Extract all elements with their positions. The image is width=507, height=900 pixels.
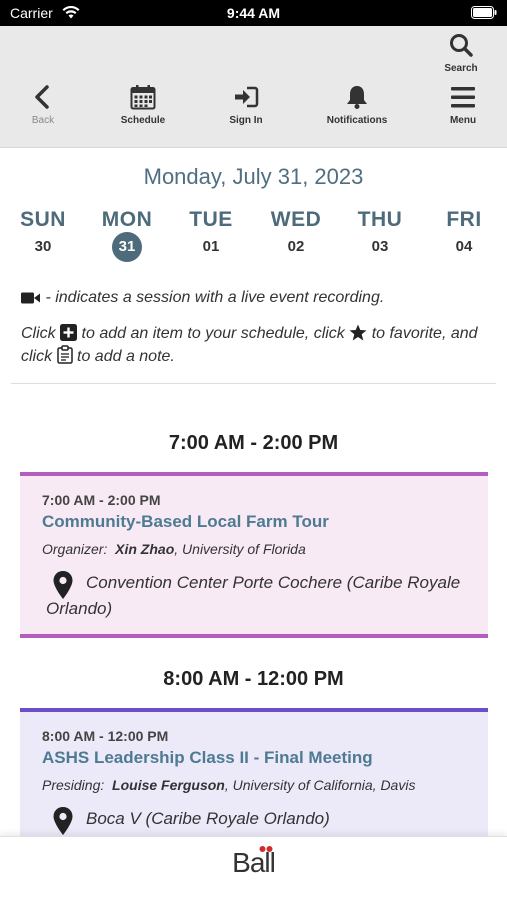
session-time: 7:00 AM - 2:00 PM <box>42 492 161 508</box>
schedule-button[interactable]: Schedule <box>112 84 174 126</box>
day-number: 02 <box>287 238 305 255</box>
role-label: Presiding: <box>42 777 105 793</box>
divider <box>11 383 496 384</box>
status-bar: Carrier 9:44 AM <box>0 0 507 26</box>
search-icon <box>450 34 473 57</box>
day-number: 01 <box>202 238 220 255</box>
session-organizer: Organizer: Xin Zhao, University of Flori… <box>42 541 306 557</box>
session-title[interactable]: Community-Based Local Farm Tour <box>42 512 329 532</box>
chevron-left-icon <box>35 85 49 109</box>
person-name: Louise Ferguson <box>112 777 225 793</box>
ball-logo: Ball <box>232 847 276 878</box>
bell-icon <box>347 86 367 109</box>
star-icon <box>349 324 367 341</box>
instruction-text: to add an item to your schedule, click <box>77 325 350 342</box>
time-slot-heading: 7:00 AM - 2:00 PM <box>168 432 339 454</box>
session-card[interactable]: 7:00 AM - 2:00 PM Community-Based Local … <box>20 472 488 638</box>
recording-legend: - indicates a session with a live event … <box>21 286 491 309</box>
day-name: MON <box>101 208 153 231</box>
session-presider: Presiding: Louise Ferguson, University o… <box>42 777 415 793</box>
session-location: Boca V (Caribe Royale Orlando) <box>86 809 330 828</box>
top-toolbar: Search Back Schedule Sign In Notificatio… <box>0 26 507 148</box>
day-number: 04 <box>455 238 473 255</box>
note-icon <box>56 345 73 364</box>
day-name: THU <box>357 208 403 231</box>
sign-in-button[interactable]: Sign In <box>218 84 274 126</box>
time-slot-heading: 8:00 AM - 12:00 PM <box>163 668 344 690</box>
usage-instructions: Click to add an item to your schedule, c… <box>21 322 491 368</box>
day-wed[interactable]: WED 02 <box>261 208 331 264</box>
menu-button[interactable]: Menu <box>438 84 488 126</box>
search-label: Search <box>444 63 478 74</box>
day-name: WED <box>270 208 322 231</box>
session-location: Convention Center Porte Cochere (Caribe … <box>46 573 461 618</box>
day-selector: SUN 30 MON 31 TUE 01 WED 02 THU 03 FRI 0… <box>0 208 507 268</box>
session-time: 8:00 AM - 12:00 PM <box>42 728 169 744</box>
instruction-text: Click <box>21 325 61 342</box>
role-label: Organizer: <box>42 541 108 557</box>
affiliation: , University of Florida <box>174 541 306 557</box>
sign-in-label: Sign In <box>229 115 263 126</box>
plus-square-icon <box>60 324 78 341</box>
battery-icon <box>471 6 497 19</box>
menu-label: Menu <box>449 115 477 126</box>
day-number: 30 <box>34 238 52 255</box>
back-button[interactable]: Back <box>18 84 68 126</box>
session-card[interactable]: 8:00 AM - 12:00 PM ASHS Leadership Class… <box>20 708 488 848</box>
notifications-label: Notifications <box>326 115 388 126</box>
notifications-button[interactable]: Notifications <box>318 84 396 126</box>
day-tue[interactable]: TUE 01 <box>176 208 246 264</box>
calendar-icon <box>130 85 156 110</box>
day-sun[interactable]: SUN 30 <box>8 208 78 264</box>
day-name: FRI <box>446 208 482 231</box>
bottom-bar: Ball <box>0 836 507 900</box>
search-button[interactable]: Search <box>436 32 486 74</box>
day-number: 03 <box>371 238 389 255</box>
sign-in-icon <box>235 86 259 108</box>
schedule-label: Schedule <box>120 115 166 126</box>
back-label: Back <box>31 115 55 126</box>
affiliation: , University of California, Davis <box>224 777 416 793</box>
recording-legend-text: - indicates a session with a live event … <box>41 289 385 306</box>
day-thu[interactable]: THU 03 <box>345 208 415 264</box>
person-name: Xin Zhao <box>115 541 175 557</box>
day-name: TUE <box>189 208 233 231</box>
day-name: SUN <box>20 208 66 231</box>
date-title: Monday, July 31, 2023 <box>143 164 364 189</box>
hamburger-menu-icon <box>451 87 475 108</box>
clock: 9:44 AM <box>226 5 281 21</box>
instruction-text: to add a note. <box>72 348 175 365</box>
day-number: 31 <box>92 232 162 262</box>
selected-day-badge: 31 <box>112 232 142 262</box>
day-fri[interactable]: FRI 04 <box>429 208 499 264</box>
video-camera-icon <box>21 292 40 304</box>
day-mon-selected[interactable]: MON 31 <box>92 208 162 262</box>
logo-dots-icon <box>259 846 273 852</box>
session-title[interactable]: ASHS Leadership Class II - Final Meeting <box>42 748 373 768</box>
